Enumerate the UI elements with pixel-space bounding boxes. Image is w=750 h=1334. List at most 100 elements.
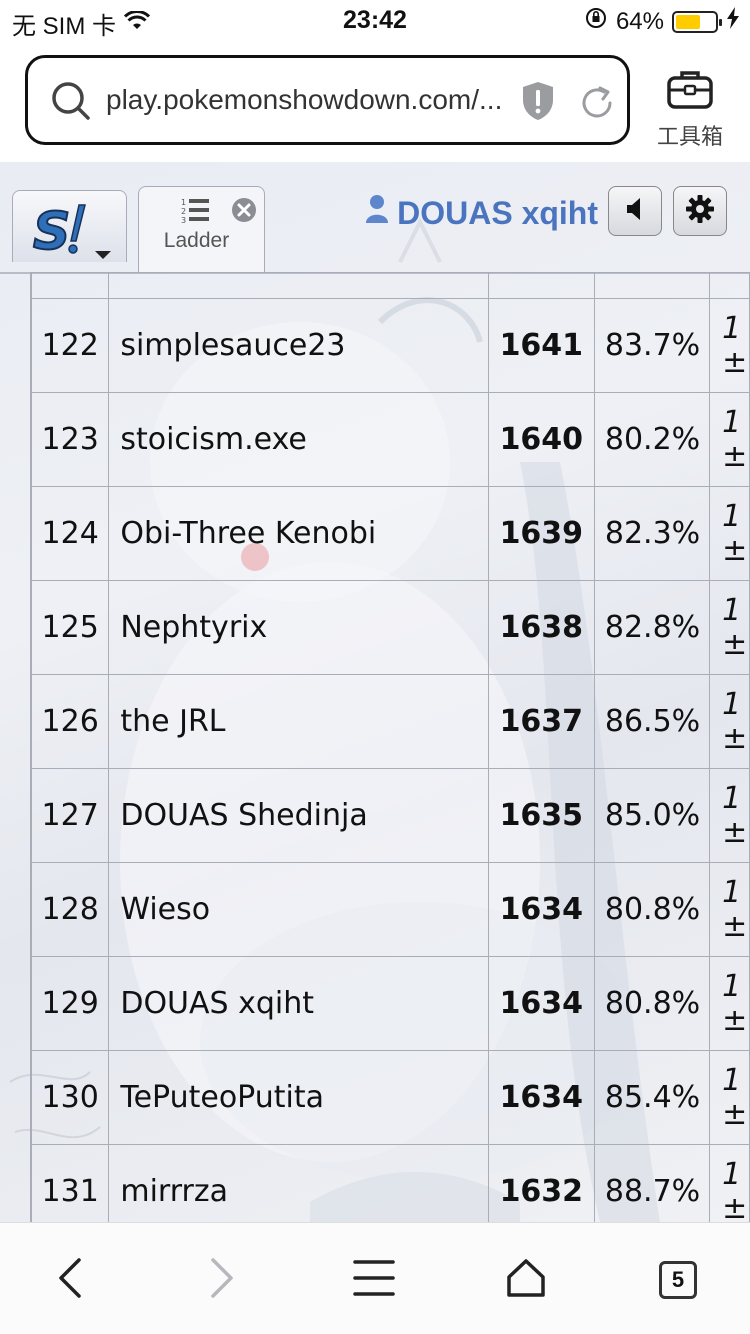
table-row: 125 Nephtyrix 1638 82.8% 1 ± xyxy=(30,580,750,675)
table-row: 127 DOUAS Shedinja 1635 85.0% 1 ± xyxy=(30,768,750,863)
rank-cell: 125 xyxy=(30,580,110,675)
glicko-deviation: ± xyxy=(722,1002,748,1038)
player-name-cell[interactable]: mirrrza xyxy=(108,1144,489,1222)
address-bar[interactable]: play.pokemonshowdown.com/... xyxy=(25,55,630,145)
svg-text:2: 2 xyxy=(181,207,186,216)
showdown-logo-icon: S xyxy=(32,201,111,263)
glicko-cell: 1 ± xyxy=(709,956,750,1051)
svg-text:S: S xyxy=(33,202,70,262)
tabs-button[interactable]: 5 xyxy=(648,1255,708,1305)
table-row: 123 stoicism.exe 1640 80.2% 1 ± xyxy=(30,392,750,487)
close-tab-icon[interactable] xyxy=(231,197,257,228)
tab-ladder[interactable]: 1 2 3 Ladder xyxy=(138,186,265,272)
gear-icon xyxy=(685,194,715,229)
ladder-table: 122 simplesauce23 1641 83.7% 1 ±123 stoicism.e… xyxy=(30,272,750,1222)
gxe-cell: 88.7% xyxy=(593,1144,711,1222)
glicko-deviation: ± xyxy=(722,532,748,568)
gxe-cell: 80.2% xyxy=(593,392,711,487)
gxe-cell: 80.8% xyxy=(593,956,711,1051)
elo-cell: 1641 xyxy=(487,298,595,393)
rank-cell: 130 xyxy=(30,1050,110,1145)
glicko-deviation: ± xyxy=(722,814,748,850)
player-name-cell[interactable]: Wieso xyxy=(108,862,489,957)
battery-icon xyxy=(672,10,722,33)
chevron-right-icon xyxy=(207,1256,237,1305)
glicko-cell: 1 ± xyxy=(709,298,750,393)
glicko-cell: 1 ± xyxy=(709,674,750,769)
gxe-cell: 85.0% xyxy=(593,768,711,863)
player-name-cell[interactable]: the JRL xyxy=(108,674,489,769)
sound-button[interactable] xyxy=(608,186,662,236)
elo-cell: 1632 xyxy=(487,1144,595,1222)
rank-cell: 123 xyxy=(30,392,110,487)
glicko-cell: 1 ± xyxy=(709,862,750,957)
rank-cell: 127 xyxy=(30,768,110,863)
glicko-cell: 1 ± xyxy=(709,1144,750,1222)
user-button[interactable]: DOUAS xqiht xyxy=(365,194,598,232)
home-button[interactable] xyxy=(496,1255,556,1305)
elo-cell: 1635 xyxy=(487,768,595,863)
status-right: 64% xyxy=(584,6,740,37)
battery-percent: 64% xyxy=(615,7,664,35)
gxe-cell: 80.8% xyxy=(593,862,711,957)
glicko-cell: 1 ± xyxy=(709,1050,750,1145)
main-menu-tab[interactable]: S xyxy=(12,190,127,263)
glicko-rating: 1 xyxy=(722,498,742,534)
player-name-cell[interactable]: stoicism.exe xyxy=(108,392,489,487)
elo-cell: 1640 xyxy=(487,392,595,487)
rank-cell: 126 xyxy=(30,674,110,769)
rank-cell: 128 xyxy=(30,862,110,957)
back-button[interactable] xyxy=(40,1255,100,1305)
gxe-cell: 82.8% xyxy=(593,580,711,675)
search-icon xyxy=(50,80,92,127)
glicko-deviation: ± xyxy=(722,438,748,474)
settings-button[interactable] xyxy=(673,186,727,236)
tab-ladder-label: Ladder xyxy=(163,229,230,252)
toolbox-button[interactable]: 工具箱 xyxy=(650,68,730,151)
glicko-deviation: ± xyxy=(722,908,748,944)
glicko-rating: 1 xyxy=(722,968,742,1004)
glicko-cell: 1 ± xyxy=(709,580,750,675)
table-row: 126 the JRL 1637 86.5% 1 ± xyxy=(30,674,750,769)
elo-cell: 1634 xyxy=(487,956,595,1051)
glicko-rating: 1 xyxy=(722,780,742,816)
toolbox-label: 工具箱 xyxy=(656,124,723,149)
elo-cell: 1634 xyxy=(487,1050,595,1145)
player-name-cell[interactable]: simplesauce23 xyxy=(108,298,489,393)
glicko-deviation: ± xyxy=(722,1190,748,1222)
app-header: S 1 2 3 Ladder DOUAS xqiht xyxy=(0,162,750,272)
player-name-cell[interactable]: Nephtyrix xyxy=(108,580,489,675)
glicko-deviation: ± xyxy=(722,626,748,662)
elo-cell: 1634 xyxy=(487,862,595,957)
elo-cell: 1638 xyxy=(487,580,595,675)
glicko-deviation: ± xyxy=(722,720,748,756)
rank-cell: 131 xyxy=(30,1144,110,1222)
shield-warning-icon[interactable] xyxy=(520,80,556,127)
glicko-rating: 1 xyxy=(722,592,742,628)
player-name-cell[interactable]: TePuteoPutita xyxy=(108,1050,489,1145)
reload-icon[interactable] xyxy=(578,84,616,127)
menu-button[interactable] xyxy=(344,1255,404,1305)
speaker-icon xyxy=(623,196,647,227)
forward-button[interactable] xyxy=(192,1255,252,1305)
chevron-left-icon xyxy=(55,1256,85,1305)
orientation-lock-icon xyxy=(584,6,608,37)
player-name-cell[interactable]: DOUAS Shedinja xyxy=(108,768,489,863)
player-name-cell[interactable]: DOUAS xqiht xyxy=(108,956,489,1051)
glicko-rating: 1 xyxy=(722,1062,742,1098)
hamburger-menu-icon xyxy=(353,1258,395,1303)
status-bar: 无 SIM 卡 23:42 64% xyxy=(0,0,750,40)
svg-text:3: 3 xyxy=(181,216,186,225)
browser-toolbar: play.pokemonshowdown.com/... 工具箱 xyxy=(0,40,750,162)
user-icon xyxy=(365,194,389,232)
table-row xyxy=(30,272,750,299)
battery-fill xyxy=(676,14,701,29)
player-name-cell[interactable]: Obi-Three Kenobi xyxy=(108,486,489,581)
table-row: 129 DOUAS xqiht 1634 80.8% 1 ± xyxy=(30,956,750,1051)
username-label: DOUAS xqiht xyxy=(397,194,598,231)
tab-count-badge: 5 xyxy=(659,1261,697,1299)
browser-bottom-bar: 5 xyxy=(0,1222,750,1334)
url-text[interactable]: play.pokemonshowdown.com/... xyxy=(106,84,524,116)
list-icon: 1 2 3 xyxy=(181,197,211,230)
rank-cell: 129 xyxy=(30,956,110,1051)
